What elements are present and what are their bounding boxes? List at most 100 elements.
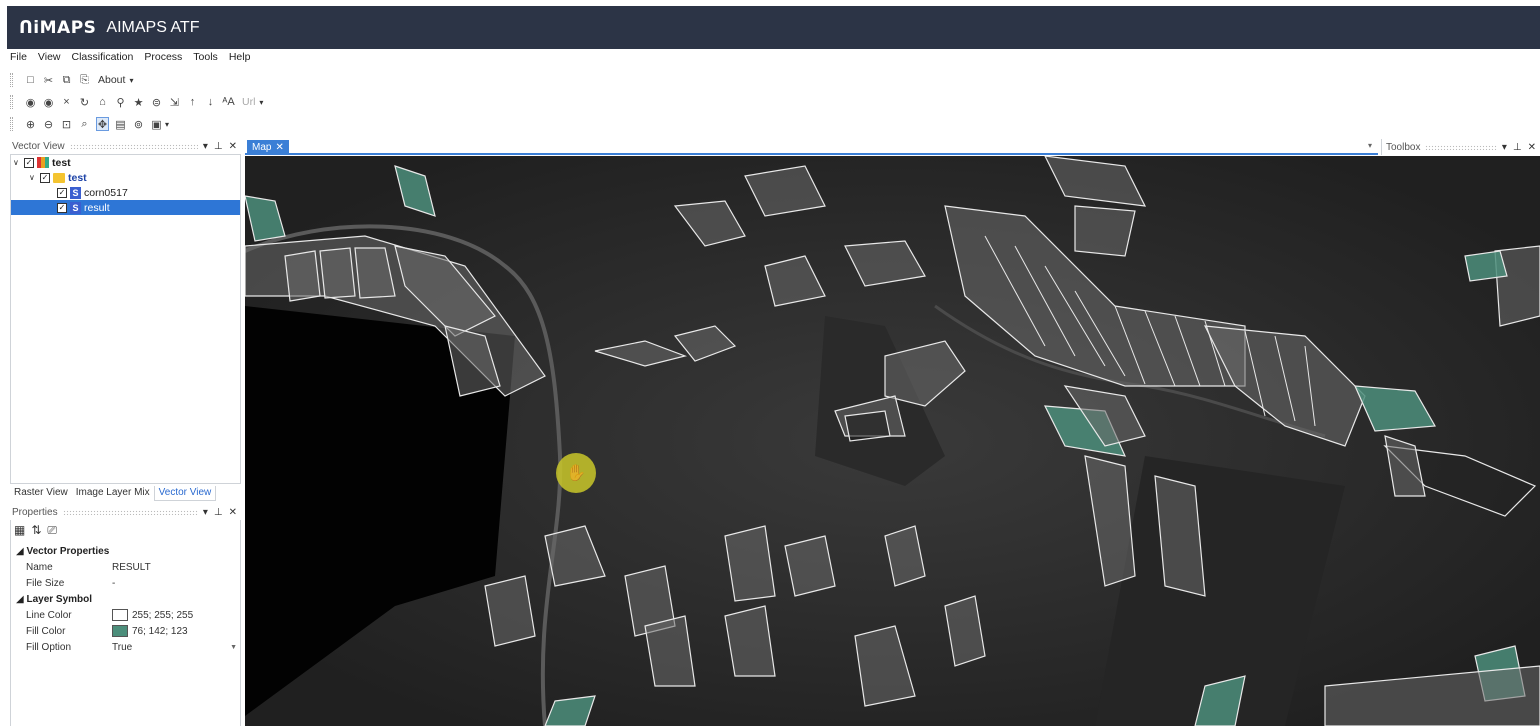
pan-icon[interactable]: ✥	[96, 117, 109, 131]
font-icon[interactable]: ᴬA	[222, 95, 235, 109]
pin-icon[interactable]: ⊥	[214, 507, 223, 518]
alphabetical-icon[interactable]: ⇅	[31, 523, 41, 538]
menu-view[interactable]: View	[38, 51, 61, 67]
refresh-icon[interactable]: ↻	[78, 95, 91, 109]
map-canvas[interactable]	[245, 156, 1540, 726]
measure-icon[interactable]: ⊚	[132, 117, 145, 131]
app-logo: ᑎiMAPS	[19, 17, 97, 38]
zoom-box-icon[interactable]: ⌕	[78, 117, 91, 131]
zoom-in-icon[interactable]: ⊕	[24, 117, 37, 131]
panel-dropdown-icon[interactable]: ▾	[1502, 142, 1507, 153]
about-button[interactable]: About	[96, 74, 127, 86]
prop-value[interactable]: True	[112, 642, 241, 653]
category-layer-symbol[interactable]: ◢ Layer Symbol	[10, 591, 241, 607]
forward-icon[interactable]: ◉	[42, 95, 55, 109]
search-icon[interactable]: ⚲	[114, 95, 127, 109]
prop-file-size[interactable]: File Size -	[10, 575, 241, 591]
pan-cursor-indicator: ✋	[556, 453, 596, 493]
cut-icon[interactable]: ✂	[42, 73, 55, 87]
tab-image-layer-mix[interactable]: Image Layer Mix	[72, 486, 154, 501]
tree-item-result[interactable]: ✓ S result	[11, 200, 240, 215]
shape-layer-icon: S	[70, 186, 81, 199]
tree-item-root[interactable]: ∨ ✓ test	[13, 155, 71, 170]
prop-name[interactable]: Name RESULT	[10, 559, 241, 575]
toolbar-grip[interactable]	[10, 95, 13, 109]
toolbar-grip[interactable]	[10, 73, 13, 87]
category-label: ◢ Vector Properties	[16, 545, 110, 557]
vector-view-title: Vector View	[12, 140, 65, 152]
share-icon[interactable]: ⇲	[168, 95, 181, 109]
panel-dropdown-icon[interactable]: ▾	[203, 141, 208, 152]
close-icon[interactable]: ✕	[229, 141, 237, 152]
header-grip[interactable]	[62, 509, 198, 515]
zoom-extent-icon[interactable]: ⊡	[60, 117, 73, 131]
map-group-icon	[37, 157, 49, 168]
back-icon[interactable]: ◉	[24, 95, 37, 109]
close-icon[interactable]: ✕	[229, 507, 237, 518]
menu-tools[interactable]: Tools	[193, 51, 218, 67]
identify-icon[interactable]: ▤	[114, 117, 127, 131]
home-icon[interactable]: ⌂	[96, 95, 109, 109]
property-pages-icon[interactable]: ⎚	[47, 523, 57, 538]
menu-classification[interactable]: Classification	[72, 51, 134, 67]
favorite-icon[interactable]: ★	[132, 95, 145, 109]
chevron-down-icon[interactable]: ∨	[13, 158, 21, 167]
tab-vector-view[interactable]: Vector View	[153, 486, 217, 501]
menu-help[interactable]: Help	[229, 51, 251, 67]
pin-icon[interactable]: ⊥	[214, 141, 223, 152]
stop-icon[interactable]: ×	[60, 95, 73, 109]
tree-item-corn0517[interactable]: ✓ S corn0517	[57, 185, 128, 200]
tab-list-dropdown-icon[interactable]: ▾	[1368, 141, 1372, 150]
tab-raster-view[interactable]: Raster View	[10, 486, 72, 501]
layer-checkbox[interactable]: ✓	[24, 157, 34, 168]
title-bar: ᑎiMAPS AIMAPS ATF	[0, 0, 1540, 49]
map-imagery[interactable]	[245, 156, 1540, 726]
tab-map[interactable]: Map ✕	[247, 140, 289, 155]
category-vector-properties[interactable]: ◢ Vector Properties	[10, 543, 241, 559]
chevron-down-icon[interactable]: ∨	[29, 173, 37, 182]
prop-label: Fill Option	[26, 641, 72, 653]
toolbar-grip[interactable]	[10, 117, 13, 131]
title-bar-inner: ᑎiMAPS AIMAPS ATF	[7, 6, 1540, 49]
select-icon[interactable]: ▣	[150, 117, 163, 131]
app-title: AIMAPS ATF	[106, 18, 200, 36]
tree-item-folder[interactable]: ∨ ✓ test	[29, 170, 87, 185]
layer-checkbox[interactable]: ✓	[40, 172, 50, 183]
paste-icon[interactable]: ⎘	[78, 73, 91, 87]
line-color-swatch[interactable]	[112, 609, 128, 621]
url-field[interactable]: Url	[240, 96, 257, 108]
hand-icon: ✋	[566, 465, 586, 482]
panel-dropdown-icon[interactable]: ▾	[203, 507, 208, 518]
map-tools-dropdown-icon[interactable]: ▾	[165, 120, 169, 129]
close-icon[interactable]: ✕	[275, 142, 283, 153]
url-dropdown-icon[interactable]: ▾	[259, 98, 263, 107]
categorized-icon[interactable]: ▦	[14, 523, 25, 538]
zoom-out-icon[interactable]: ⊖	[42, 117, 55, 131]
menu-file[interactable]: File	[10, 51, 27, 67]
new-icon[interactable]: □	[24, 73, 37, 87]
layer-checkbox[interactable]: ✓	[57, 202, 67, 213]
shape-layer-icon: S	[70, 201, 81, 214]
close-icon[interactable]: ✕	[1528, 142, 1536, 153]
print-icon[interactable]: ⊜	[150, 95, 163, 109]
prop-label: Fill Color	[26, 625, 66, 637]
tree-item-label: corn0517	[84, 186, 128, 199]
prop-label: Name	[26, 561, 53, 573]
header-grip[interactable]	[1425, 144, 1497, 150]
pin-icon[interactable]: ⊥	[1513, 142, 1522, 153]
toolbar-map: ⊕ ⊖ ⊡ ⌕ ✥ ▤ ⊚ ▣ ▾	[10, 114, 169, 134]
prop-fill-option[interactable]: Fill Option True ▼	[10, 639, 241, 655]
chevron-down-icon[interactable]: ▼	[230, 644, 237, 651]
arrow-up-icon[interactable]: ↑	[186, 95, 199, 109]
menu-process[interactable]: Process	[144, 51, 182, 67]
prop-fill-color[interactable]: Fill Color 76; 142; 123	[10, 623, 241, 639]
layer-checkbox[interactable]: ✓	[57, 187, 67, 198]
prop-line-color[interactable]: Line Color 255; 255; 255	[10, 607, 241, 623]
about-dropdown-icon[interactable]: ▾	[129, 76, 133, 85]
vector-tree: ∨ ✓ test ∨ ✓ test ✓ S corn0517 ✓ S resul…	[10, 154, 241, 484]
tab-map-label: Map	[252, 142, 272, 153]
copy-icon[interactable]: ⧉	[60, 73, 73, 87]
fill-color-swatch[interactable]	[112, 625, 128, 637]
arrow-down-icon[interactable]: ↓	[204, 95, 217, 109]
header-grip[interactable]	[69, 143, 198, 149]
